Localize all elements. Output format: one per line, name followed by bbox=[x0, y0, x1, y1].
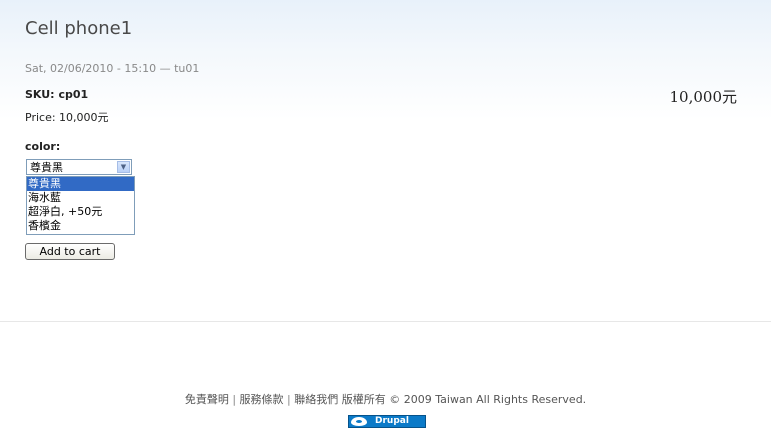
add-to-cart-button[interactable]: Add to cart bbox=[25, 243, 115, 260]
color-select-value: 尊貴黑 bbox=[30, 161, 63, 174]
color-option[interactable]: 尊貴黑 bbox=[27, 177, 134, 191]
submitted-info: Sat, 02/06/2010 - 15:10 — tu01 bbox=[25, 62, 200, 75]
price-line: Price: 10,000元 bbox=[25, 111, 109, 124]
footer: 免責聲明 | 服務條款 | 聯絡我們 版權所有 © 2009 Taiwan Al… bbox=[0, 391, 771, 407]
chevron-down-icon[interactable]: ▼ bbox=[117, 161, 130, 173]
drupal-badge[interactable]: Drupal bbox=[348, 415, 426, 428]
footer-link-disclaimer[interactable]: 免責聲明 bbox=[185, 393, 229, 406]
color-option[interactable]: 海水藍 bbox=[27, 191, 134, 205]
footer-divider bbox=[0, 321, 771, 322]
footer-link-contact[interactable]: 聯絡我們 bbox=[294, 393, 338, 406]
color-dropdown-list[interactable]: 尊貴黑 海水藍 超淨白, +50元 香檳金 bbox=[26, 176, 135, 235]
sku-value: cp01 bbox=[58, 88, 89, 101]
color-option[interactable]: 超淨白, +50元 bbox=[27, 205, 134, 219]
page-title: Cell phone1 bbox=[25, 18, 133, 39]
footer-separator: | bbox=[232, 393, 237, 406]
color-option[interactable]: 香檳金 bbox=[27, 219, 134, 233]
sku-label: SKU: bbox=[25, 88, 55, 101]
drupal-badge-label: Drupal bbox=[375, 416, 409, 426]
display-price: 10,000元 bbox=[669, 88, 738, 106]
sku-line: SKU: cp01 bbox=[25, 88, 88, 101]
color-select[interactable]: 尊貴黑 ▼ bbox=[26, 159, 132, 175]
footer-copyright: 版權所有 © 2009 Taiwan All Rights Reserved. bbox=[341, 393, 587, 406]
footer-link-terms[interactable]: 服務條款 bbox=[240, 393, 284, 406]
drupal-icon bbox=[351, 417, 367, 426]
color-label: color: bbox=[25, 140, 61, 153]
footer-separator: | bbox=[287, 393, 291, 406]
